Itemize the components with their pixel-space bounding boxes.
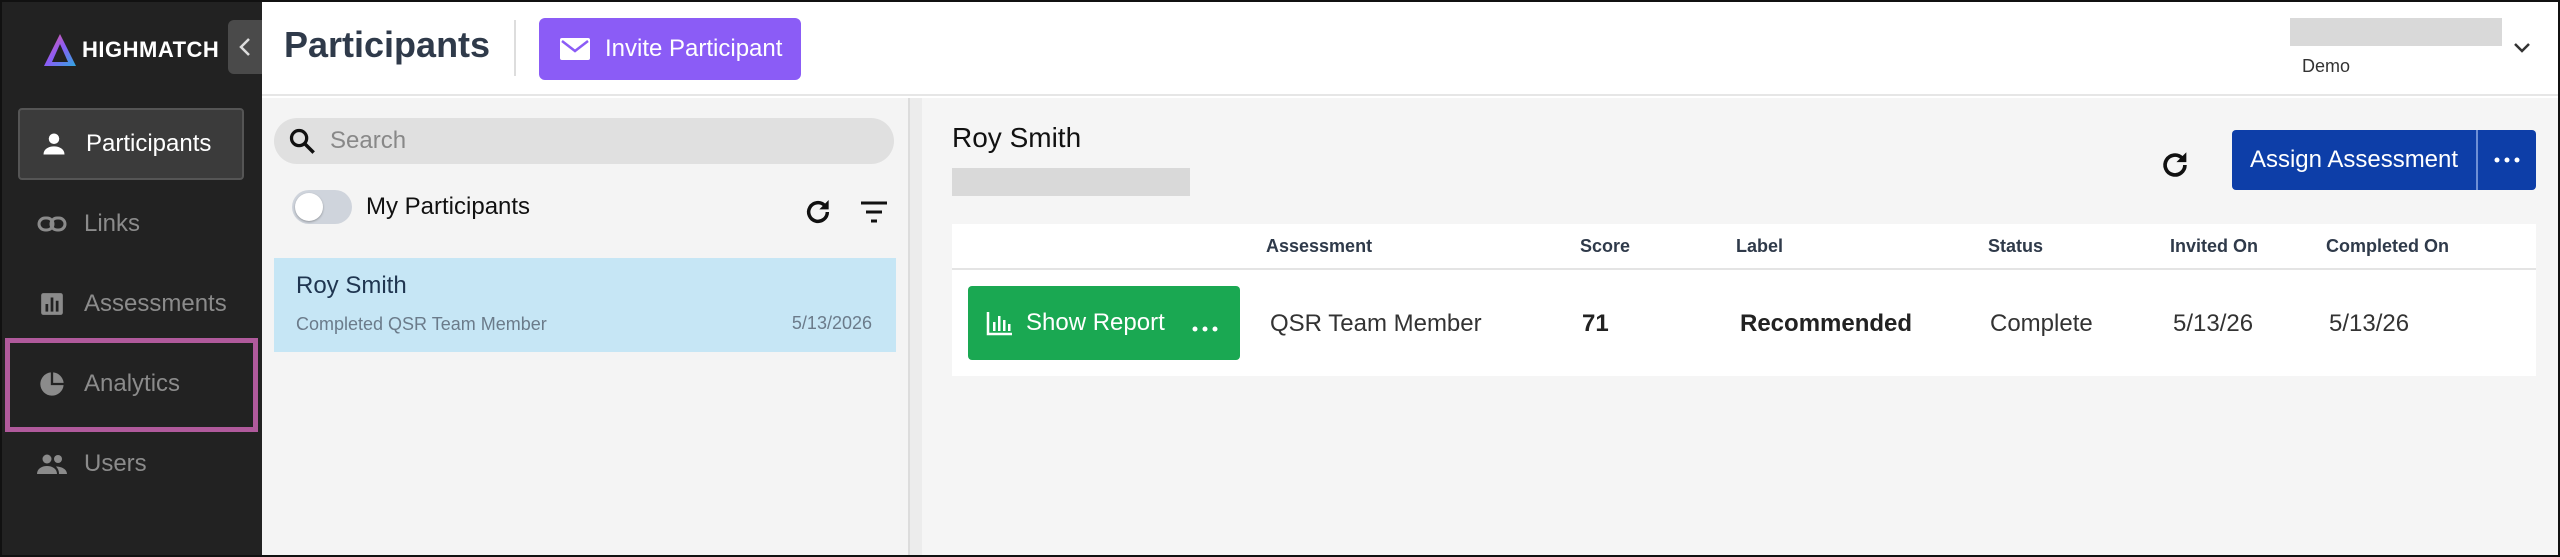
- participant-list-panel: My Participants Roy Smith Completed QSR …: [262, 98, 908, 557]
- my-participants-toggle[interactable]: [292, 190, 352, 224]
- search-input[interactable]: [330, 127, 850, 155]
- sidebar-nav: Participants Links Assessments Analytics…: [18, 108, 244, 508]
- assign-more-button[interactable]: [2476, 130, 2536, 190]
- person-icon: [38, 128, 70, 160]
- brand-name: HIGHMATCH: [82, 37, 220, 62]
- my-participants-label: My Participants: [366, 193, 531, 220]
- group-icon: [36, 448, 68, 480]
- table-row: Show Report QSR Team Member 71 Recommend…: [952, 270, 2536, 376]
- brand-logo: HIGHMATCH: [40, 30, 219, 70]
- column-header-label: Label: [1736, 236, 1784, 256]
- cell-completed-on: 5/13/26: [2329, 310, 2410, 337]
- sidebar-item-users[interactable]: Users: [18, 428, 244, 500]
- more-horizontal-icon: [2494, 157, 2520, 163]
- mail-icon: [560, 38, 590, 60]
- report-more-button[interactable]: [1192, 308, 1218, 339]
- sidebar-item-label: Participants: [86, 130, 212, 157]
- highmatch-logo-icon: [44, 34, 76, 66]
- refresh-icon[interactable]: [802, 196, 834, 228]
- participant-detail-panel: Roy Smith Assign Assessment Assessment S…: [922, 98, 2558, 557]
- panel-resize-handle[interactable]: [908, 98, 922, 557]
- show-report-label: Show Report: [1026, 309, 1165, 336]
- search-icon: [289, 128, 315, 154]
- search-box[interactable]: [274, 118, 894, 164]
- user-name-redacted: [2290, 18, 2502, 46]
- cell-assessment: QSR Team Member: [1270, 310, 1482, 337]
- cell-invited-on: 5/13/26: [2173, 310, 2254, 337]
- sidebar-item-label: Users: [84, 450, 147, 477]
- cell-label: Recommended: [1740, 310, 1913, 337]
- chevron-down-icon[interactable]: [2510, 36, 2534, 60]
- show-report-group: Show Report: [968, 286, 1240, 360]
- table-header: Assessment Score Label Status Invited On…: [952, 224, 2536, 270]
- column-header-completed-on: Completed On: [2326, 236, 2450, 256]
- cell-status: Complete: [1990, 310, 2093, 337]
- chevron-left-icon: [239, 38, 250, 56]
- participant-name: Roy Smith: [296, 272, 407, 299]
- participant-status: Completed QSR Team Member: [296, 314, 547, 334]
- more-horizontal-icon: [1192, 326, 1218, 331]
- my-participants-filter: My Participants: [292, 190, 530, 224]
- participant-date: 5/13/2026: [791, 313, 872, 333]
- invite-participant-button[interactable]: Invite Participant: [539, 18, 801, 80]
- column-header-invited-on: Invited On: [2170, 236, 2259, 256]
- sidebar-item-participants[interactable]: Participants: [18, 108, 244, 180]
- org-label: Demo: [2301, 56, 2350, 76]
- sidebar-item-label: Assessments: [84, 290, 227, 317]
- column-header-score: Score: [1580, 236, 1631, 256]
- column-header-status: Status: [1988, 236, 2044, 256]
- bar-chart-icon: [986, 312, 1012, 336]
- participant-detail-name: Roy Smith: [952, 122, 1082, 153]
- cell-score: 71: [1582, 310, 1609, 337]
- header-divider: [514, 20, 516, 76]
- sidebar-item-assessments[interactable]: Assessments: [18, 268, 244, 340]
- participant-list-item[interactable]: Roy Smith Completed QSR Team Member 5/13…: [274, 258, 896, 352]
- filter-icon[interactable]: [858, 198, 890, 226]
- column-header-assessment: Assessment: [1266, 236, 1373, 256]
- assign-assessment-group: Assign Assessment: [2232, 130, 2536, 190]
- page-title: Participants: [284, 24, 491, 65]
- analytics-highlight-box: [5, 338, 258, 432]
- link-icon: [36, 208, 68, 240]
- invite-participant-label: Invite Participant: [605, 35, 783, 62]
- sidebar-item-label: Links: [84, 210, 141, 237]
- show-report-button[interactable]: Show Report: [968, 309, 1178, 337]
- collapse-sidebar-button[interactable]: [228, 20, 262, 74]
- assign-assessment-button[interactable]: Assign Assessment: [2232, 130, 2476, 190]
- bar-chart-icon: [36, 288, 68, 320]
- sidebar: HIGHMATCH Participants Links Assessments: [0, 0, 262, 557]
- assessment-table: Assessment Score Label Status Invited On…: [952, 224, 2536, 376]
- top-header: Participants Invite Participant Demo: [262, 0, 2560, 96]
- sidebar-item-links[interactable]: Links: [18, 188, 244, 260]
- refresh-icon[interactable]: [2158, 148, 2192, 182]
- participant-email-redacted: [952, 168, 1190, 196]
